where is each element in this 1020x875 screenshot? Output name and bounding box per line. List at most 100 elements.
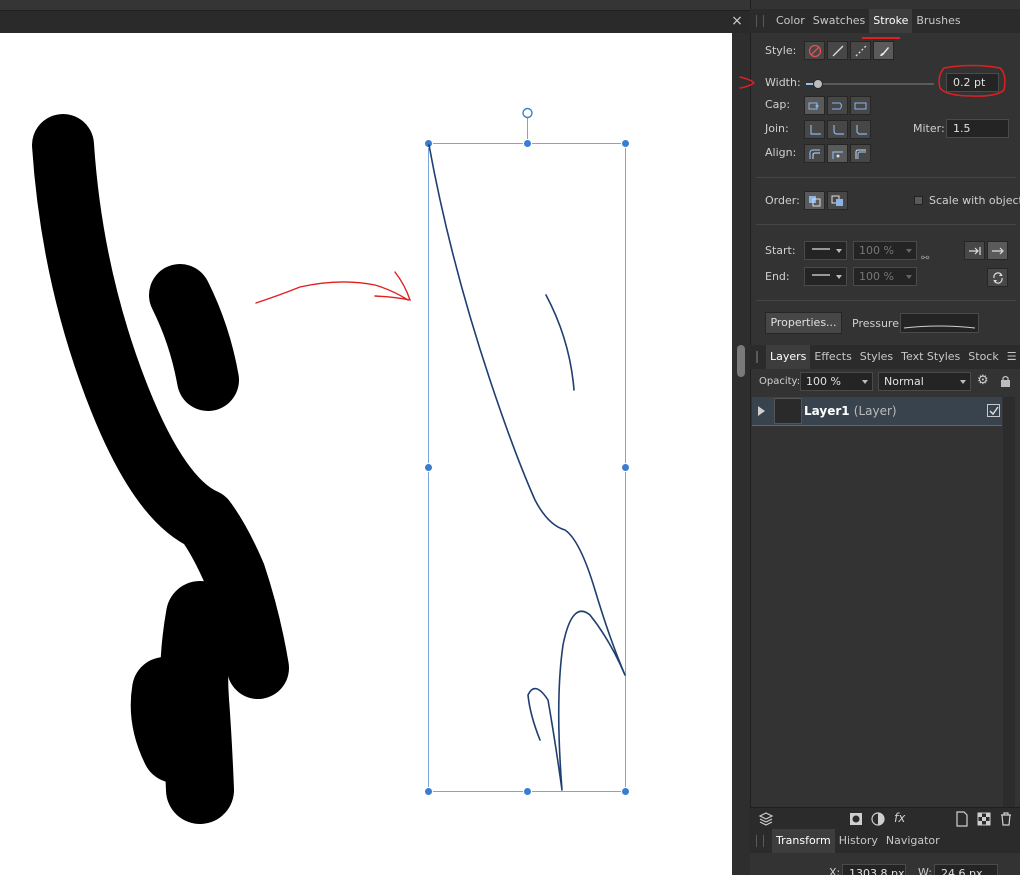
tab-styles[interactable]: Styles <box>856 345 897 369</box>
thick-stroke-blob <box>130 657 208 783</box>
red-mark-annotation <box>739 76 756 89</box>
line-style-icon <box>812 274 830 276</box>
join-round-icon <box>832 124 844 135</box>
start-scale-dropdown[interactable]: 100 % <box>853 241 917 260</box>
properties-button[interactable]: Properties... <box>765 312 842 334</box>
close-document-button[interactable]: × <box>726 11 748 33</box>
document-tab-bar <box>0 11 750 33</box>
tab-navigator[interactable]: Navigator <box>882 829 944 853</box>
tab-text-styles[interactable]: Text Styles <box>897 345 964 369</box>
tab-layers[interactable]: Layers <box>766 345 811 369</box>
panel-grip[interactable] <box>756 15 764 27</box>
thin-curve-short <box>545 294 575 391</box>
x-field[interactable]: 1303.8 px <box>842 864 906 875</box>
order-front-button[interactable] <box>827 191 848 210</box>
end-arrowhead-dropdown[interactable] <box>804 267 847 286</box>
layers-scrollbar[interactable] <box>1003 397 1015 807</box>
canvas[interactable] <box>0 33 732 875</box>
tab-transform[interactable]: Transform <box>772 829 835 853</box>
tab-stock[interactable]: Stock <box>964 345 1002 369</box>
panel-grip[interactable] <box>756 351 758 363</box>
lock-icon[interactable] <box>1000 375 1011 387</box>
arrowhead-left-button[interactable] <box>964 241 985 260</box>
arrow-into-line-icon <box>968 246 981 255</box>
transform-panel: X: 1303.8 px W: 24.6 px <box>750 853 1020 875</box>
width-slider-track[interactable] <box>806 83 934 85</box>
order-behind-button[interactable] <box>804 191 825 210</box>
expand-layer-icon[interactable] <box>758 406 765 416</box>
brush-icon <box>879 46 889 56</box>
link-icon[interactable]: ⚯ <box>921 253 929 264</box>
align-inside-button[interactable] <box>804 144 825 163</box>
red-underline-annotation <box>862 37 900 39</box>
join-miter-icon <box>809 124 821 135</box>
layer-type: (Layer) <box>853 404 897 418</box>
end-label: End: <box>765 270 790 283</box>
layer-row[interactable]: Layer1 (Layer) <box>752 397 1002 426</box>
start-arrowhead-dropdown[interactable] <box>804 241 847 260</box>
divider <box>756 177 1016 178</box>
width-slider-fill <box>806 83 813 85</box>
swap-arrowheads-button[interactable] <box>987 268 1008 287</box>
pressure-label: Pressure: <box>852 317 903 330</box>
canvas-vertical-scrollbar[interactable] <box>732 33 750 875</box>
align-center-button[interactable] <box>827 144 848 163</box>
trash-icon[interactable] <box>998 811 1014 827</box>
join-label: Join: <box>765 122 789 135</box>
tab-color[interactable]: Color <box>772 9 809 33</box>
adjustment-icon[interactable] <box>870 811 886 827</box>
blend-mode-dropdown[interactable]: Normal <box>878 372 971 391</box>
join-bevel-button[interactable] <box>850 120 871 139</box>
scale-with-object-checkbox[interactable] <box>914 196 923 205</box>
width-label: Width: <box>765 76 801 89</box>
tab-effects[interactable]: Effects <box>810 345 855 369</box>
align-outside-button[interactable] <box>850 144 871 163</box>
panel-menu-icon[interactable]: ☰ <box>1003 345 1020 369</box>
w-field[interactable]: 24.6 px <box>934 864 998 875</box>
pixel-layer-icon[interactable] <box>976 811 992 827</box>
opacity-dropdown[interactable]: 100 % <box>800 372 873 391</box>
width-slider-knob[interactable] <box>813 79 823 89</box>
style-dashed-button[interactable] <box>850 41 871 60</box>
cap-label: Cap: <box>765 98 791 111</box>
divider <box>756 224 1016 225</box>
scale-with-object-label: Scale with object <box>929 194 1020 207</box>
cap-square-button[interactable] <box>850 96 871 115</box>
end-scale-dropdown[interactable]: 100 % <box>853 267 917 286</box>
mask-icon[interactable] <box>848 811 864 827</box>
cap-round-icon <box>831 102 842 109</box>
canvas-scroll-thumb[interactable] <box>737 345 745 377</box>
miter-field[interactable]: 1.5 <box>946 119 1009 138</box>
layers-panel-tabbar: Layers Effects Styles Text Styles Stock … <box>750 345 1020 369</box>
tab-stroke[interactable]: Stroke <box>869 9 913 33</box>
gear-icon[interactable]: ⚙ <box>977 373 989 388</box>
layers-stack-icon[interactable] <box>758 811 774 827</box>
join-round-button[interactable] <box>827 120 848 139</box>
style-none-button[interactable] <box>804 41 825 60</box>
pressure-curve-editor[interactable] <box>900 313 979 333</box>
miter-label: Miter: <box>913 122 945 135</box>
line-style-icon <box>812 248 830 250</box>
cap-square-icon <box>854 102 866 109</box>
check-icon <box>989 406 999 416</box>
join-miter-button[interactable] <box>804 120 825 139</box>
tab-swatches[interactable]: Swatches <box>809 9 870 33</box>
arrow-right-icon <box>991 247 1004 254</box>
layer-visibility-checkbox[interactable] <box>987 404 1000 417</box>
red-annotation-arrow <box>255 271 412 304</box>
layer-thumbnail <box>774 398 802 424</box>
opacity-label: Opacity: <box>759 376 801 387</box>
panel-grip[interactable] <box>756 835 764 847</box>
tab-brushes[interactable]: Brushes <box>912 9 964 33</box>
tab-history[interactable]: History <box>835 829 882 853</box>
align-outside-icon <box>855 149 866 159</box>
new-layer-icon[interactable] <box>954 811 970 827</box>
opacity-value: 100 % <box>806 375 841 388</box>
layers-toolbar: fx <box>750 807 1020 829</box>
style-brush-button[interactable] <box>873 41 894 60</box>
cap-round-button[interactable] <box>827 96 848 115</box>
style-solid-button[interactable] <box>827 41 848 60</box>
cap-butt-button[interactable] <box>804 96 825 115</box>
arrowhead-right-button[interactable] <box>987 241 1008 260</box>
fx-icon[interactable]: fx <box>894 811 905 825</box>
